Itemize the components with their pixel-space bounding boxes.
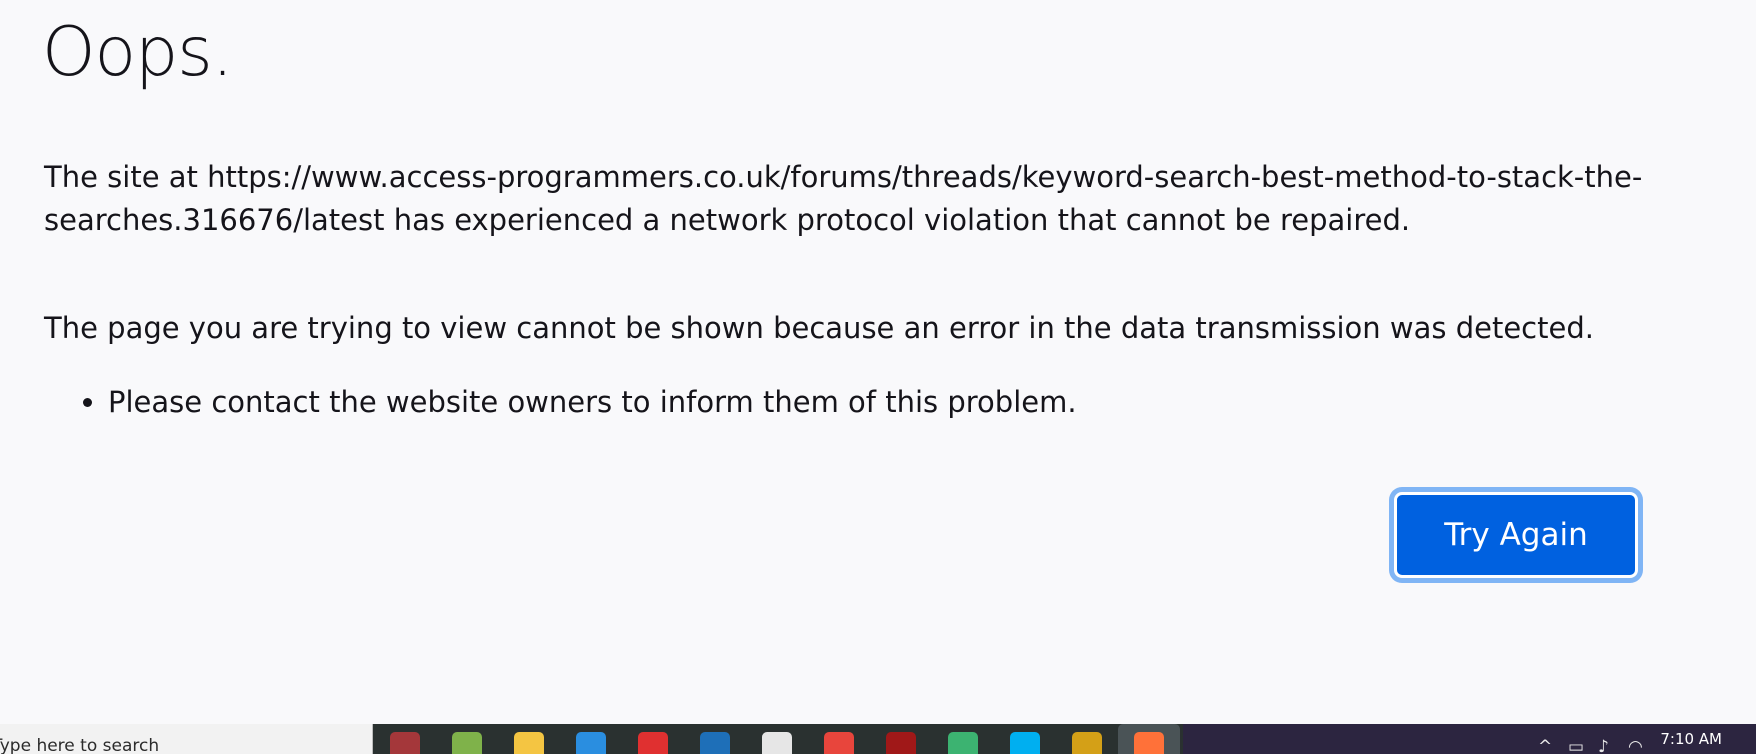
internet-explorer-icon[interactable] [576, 732, 606, 754]
file-explorer-icon[interactable] [514, 732, 544, 754]
chrome-icon[interactable] [824, 732, 854, 754]
app-n-icon[interactable] [948, 732, 978, 754]
system-tray: ^ ▭ ♪ ◠ 7:10 AM [1183, 724, 1756, 754]
taskbar-search-box[interactable]: Type here to search [0, 724, 373, 754]
firefox-icon[interactable] [1134, 732, 1164, 754]
search-placeholder: Type here to search [0, 736, 160, 754]
error-page: Oops. The site at https://www.access-pro… [0, 0, 1756, 724]
battery-icon[interactable]: ▭ [1568, 737, 1584, 754]
suggestion-list: Please contact the website owners to inf… [44, 381, 1077, 424]
inkscape-icon[interactable] [762, 732, 792, 754]
taskbar: Type here to search ^ ▭ ♪ ◠ 7:10 AM [0, 724, 1756, 754]
app-c-icon[interactable] [700, 732, 730, 754]
skype-icon[interactable] [1010, 732, 1040, 754]
list-item: Please contact the website owners to inf… [108, 381, 1077, 424]
error-message: The site at https://www.access-programme… [44, 160, 1643, 237]
wifi-icon[interactable]: ◠ [1628, 737, 1643, 754]
page-title: Oops. [42, 13, 233, 92]
clock[interactable]: 7:10 AM [1660, 730, 1722, 748]
notepad-icon[interactable] [452, 732, 482, 754]
volume-icon[interactable]: ♪ [1598, 737, 1609, 754]
taskbar-app-icons [373, 724, 1183, 754]
yandex-icon[interactable] [638, 732, 668, 754]
try-again-button[interactable]: Try Again [1394, 492, 1638, 578]
microsoft-access-icon[interactable] [390, 732, 420, 754]
app-red-icon[interactable] [886, 732, 916, 754]
app-gift-icon[interactable] [1072, 732, 1102, 754]
chevron-up-icon[interactable]: ^ [1538, 737, 1552, 754]
error-detail: The page you are trying to view cannot b… [44, 311, 1594, 345]
